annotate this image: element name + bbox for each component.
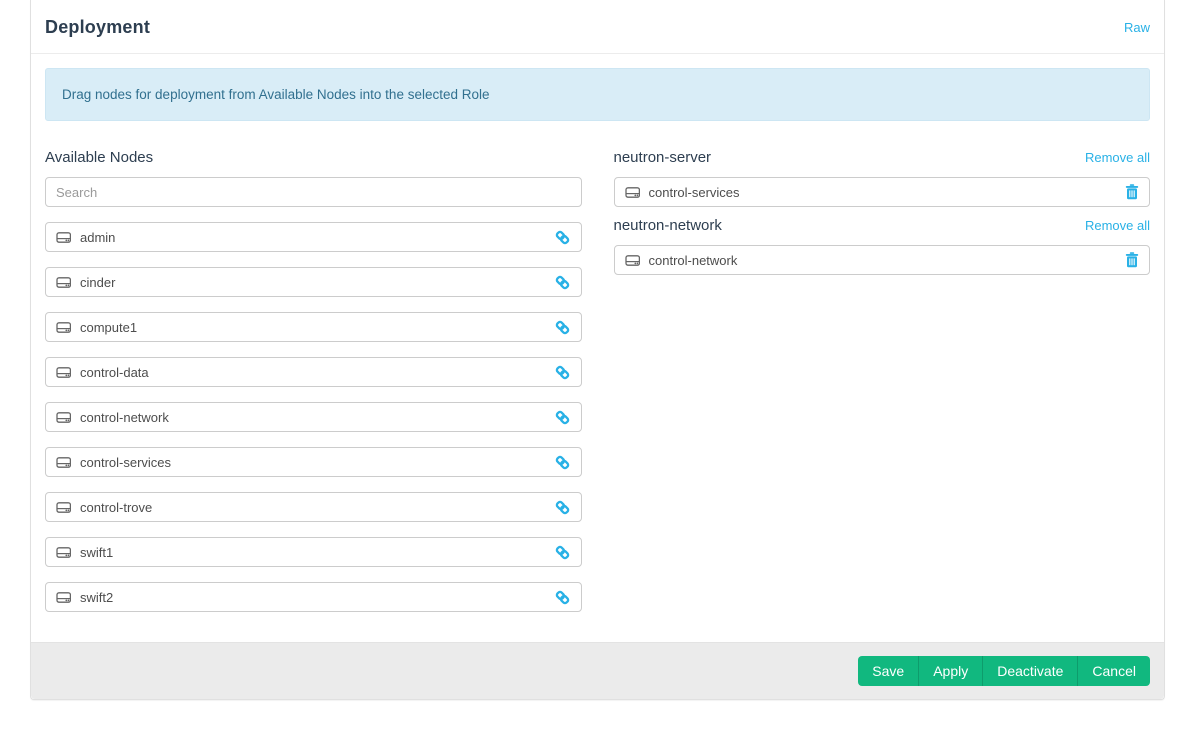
link-icon[interactable] (554, 319, 571, 336)
save-button[interactable]: Save (858, 656, 919, 686)
node-label: control-services (648, 184, 740, 200)
panel-body: Drag nodes for deployment from Available… (31, 54, 1164, 642)
hdd-icon (56, 320, 71, 334)
available-node-row-cinder[interactable]: cinder (45, 267, 582, 297)
cancel-button[interactable]: Cancel (1077, 656, 1150, 686)
available-node-row-control-data[interactable]: control-data (45, 357, 582, 387)
node-label: cinder (80, 274, 116, 290)
node-label: admin (80, 229, 116, 245)
available-nodes-column: Available Nodes admin cinder compute1 (45, 149, 582, 612)
link-icon[interactable] (554, 499, 571, 516)
deployment-panel: Deployment Raw Drag nodes for deployment… (30, 0, 1165, 700)
trash-icon[interactable] (1125, 184, 1139, 200)
available-nodes-heading: Available Nodes (45, 149, 154, 166)
link-icon[interactable] (554, 544, 571, 561)
hdd-icon (56, 545, 71, 559)
hdd-icon (56, 590, 71, 604)
hdd-icon (56, 500, 71, 514)
node-label: compute1 (80, 319, 138, 335)
hdd-icon (624, 185, 640, 199)
node-label: control-data (80, 364, 149, 380)
available-node-row-swift1[interactable]: swift1 (45, 537, 582, 567)
available-node-row-compute1[interactable]: compute1 (45, 312, 582, 342)
available-node-row-admin[interactable]: admin (45, 222, 582, 252)
hdd-icon (56, 365, 71, 379)
deactivate-button[interactable]: Deactivate (982, 656, 1078, 686)
link-icon[interactable] (554, 364, 571, 381)
node-label: control-network (80, 409, 169, 425)
role-node-row-control-network[interactable]: control-network (613, 245, 1150, 275)
hdd-icon (56, 230, 71, 244)
role-name: neutron-network (613, 217, 722, 234)
remove-all-link[interactable]: Remove all (1085, 150, 1150, 165)
remove-all-link[interactable]: Remove all (1085, 218, 1150, 233)
hdd-icon (56, 410, 71, 424)
node-label: control-services (80, 454, 172, 470)
node-label: control-network (648, 252, 738, 268)
link-icon[interactable] (554, 589, 571, 606)
link-icon[interactable] (554, 229, 571, 246)
action-button-group: Save Apply Deactivate Cancel (858, 656, 1150, 686)
hdd-icon (56, 455, 71, 469)
available-node-row-swift2[interactable]: swift2 (45, 582, 582, 612)
columns: Available Nodes admin cinder compute1 (45, 149, 1150, 612)
info-banner-text: Drag nodes for deployment from Available… (62, 87, 490, 102)
available-node-row-control-network[interactable]: control-network (45, 402, 582, 432)
link-icon[interactable] (554, 274, 571, 291)
raw-link[interactable]: Raw (1124, 20, 1150, 35)
role-node-row-control-services[interactable]: control-services (613, 177, 1150, 207)
link-icon[interactable] (554, 454, 571, 471)
role-section-neutron-network: neutron-network Remove all control-netwo… (613, 217, 1150, 275)
available-node-row-control-trove[interactable]: control-trove (45, 492, 582, 522)
node-label: control-trove (80, 499, 153, 515)
page-title: Deployment (45, 17, 151, 37)
search-input[interactable] (45, 177, 582, 207)
link-icon[interactable] (554, 409, 571, 426)
panel-header: Deployment Raw (31, 0, 1164, 54)
roles-column: neutron-server Remove all control-servic… (613, 149, 1150, 612)
info-banner: Drag nodes for deployment from Available… (45, 68, 1150, 121)
role-name: neutron-server (613, 149, 712, 166)
panel-footer: Save Apply Deactivate Cancel (31, 642, 1164, 699)
apply-button[interactable]: Apply (918, 656, 983, 686)
node-label: swift1 (80, 544, 114, 560)
hdd-icon (624, 253, 640, 267)
role-section-neutron-server: neutron-server Remove all control-servic… (613, 149, 1150, 207)
available-node-row-control-services[interactable]: control-services (45, 447, 582, 477)
trash-icon[interactable] (1125, 252, 1139, 268)
node-label: swift2 (80, 589, 114, 605)
hdd-icon (56, 275, 71, 289)
